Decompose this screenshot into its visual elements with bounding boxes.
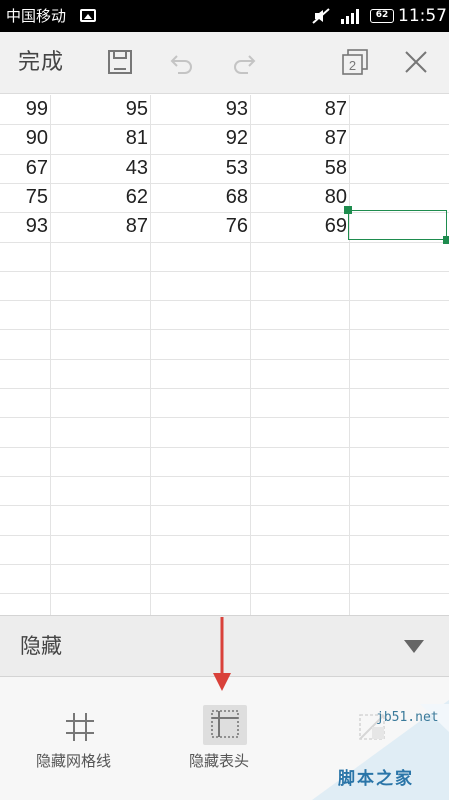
grid-row-line [0,242,449,243]
close-icon[interactable] [402,48,430,76]
sheet-cell[interactable]: 62 [52,183,148,212]
done-button[interactable]: 完成 [18,49,64,77]
grid-row-line [0,329,449,330]
undo-icon[interactable] [168,48,196,76]
signal-icon [341,9,359,24]
annotation-arrow-icon [213,617,231,691]
sheet-cell[interactable]: 93 [152,95,248,124]
sheet-cell[interactable]: 87 [252,95,347,124]
grid-row-line [0,388,449,389]
grid-column-line [349,95,350,615]
battery-icon: 62 [370,9,394,23]
sheet-cell[interactable]: 81 [52,124,148,153]
grid-row-line [0,300,449,301]
grid-column-line [50,95,51,615]
sheet-cell[interactable]: 90 [0,124,48,153]
watermark: jb51.net 脚本之家 [312,700,449,800]
save-icon[interactable] [106,48,134,76]
hide-header-label: 隐藏表头 [189,752,250,770]
sheet-cell[interactable]: 87 [252,124,347,153]
grid-row-line [0,447,449,448]
grid-row-line [0,359,449,360]
selection-handle[interactable] [344,206,352,214]
selected-cell[interactable] [348,210,447,240]
pages-count: 2 [349,58,356,73]
sheet-cell[interactable]: 43 [52,154,148,183]
status-bar: 中国移动 62 11:57 [0,0,449,32]
watermark-site: jb51.net [376,710,439,725]
hide-header-icon [211,710,239,738]
sheet-cell[interactable]: 80 [252,183,347,212]
grid-icon [66,713,94,741]
hide-header-option[interactable]: 隐藏表头 [180,677,280,800]
sheet-cell[interactable]: 67 [0,154,48,183]
sheet-cell[interactable]: 53 [152,154,248,183]
grid-row-line [0,476,449,477]
sheet-cell[interactable]: 58 [252,154,347,183]
redo-icon[interactable] [230,48,258,76]
editor-toolbar: 完成 2 [0,32,449,94]
sheet-cell[interactable]: 69 [252,212,347,241]
pages-icon[interactable]: 2 [341,48,369,76]
mute-icon [312,8,330,24]
image-notification-icon [80,9,96,22]
sheet-cell[interactable]: 87 [52,212,148,241]
grid-row-line [0,535,449,536]
grid-row-line [0,564,449,565]
sheet-cell[interactable]: 93 [0,212,48,241]
sheet-cell[interactable]: 92 [152,124,248,153]
sheet-cell[interactable]: 76 [152,212,248,241]
grid-row-line [0,417,449,418]
grid-row-line [0,271,449,272]
sheet-cell[interactable]: 95 [52,95,148,124]
hide-gridlines-label: 隐藏网格线 [36,752,112,770]
spreadsheet-grid[interactable]: 99 95 93 87 90 81 92 87 67 43 53 58 75 62 68 80 93 87 76 69 [0,95,449,615]
clock: 11:57 [398,6,447,26]
grid-column-line [150,95,151,615]
hide-gridlines-option[interactable]: 隐藏网格线 [30,677,130,800]
grid-row-line [0,505,449,506]
grid-column-line [250,95,251,615]
hide-panel-title: 隐藏 [20,634,62,658]
sheet-cell[interactable]: 75 [0,183,48,212]
collapse-caret-icon[interactable] [404,640,424,653]
sheet-cell[interactable]: 68 [152,183,248,212]
watermark-name: 脚本之家 [338,769,414,789]
carrier-name: 中国移动 [6,7,67,25]
selection-handle[interactable] [443,236,449,244]
grid-row-line [0,593,449,594]
sheet-cell[interactable]: 99 [0,95,48,124]
